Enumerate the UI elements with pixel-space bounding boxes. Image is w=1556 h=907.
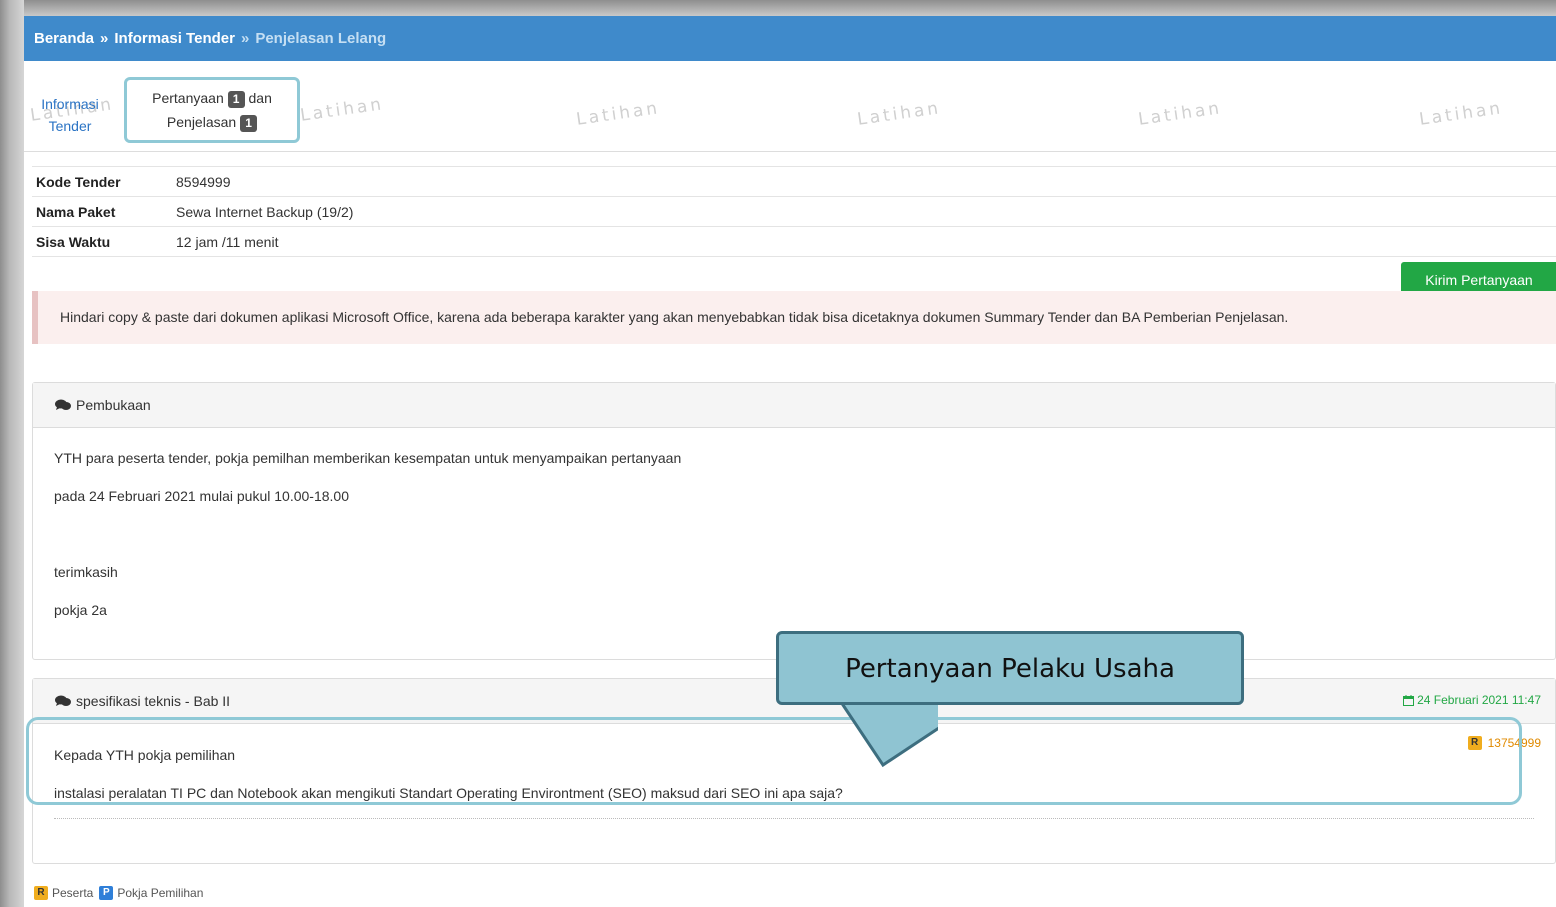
message-line: terimkasih bbox=[54, 564, 118, 580]
comment-icon bbox=[55, 399, 71, 410]
legend-label: Pokja Pemilihan bbox=[117, 886, 204, 900]
table-row: Sisa Waktu 12 jam /11 menit bbox=[32, 226, 1556, 257]
panel-title: Pembukaan bbox=[76, 397, 151, 413]
count-badge: 1 bbox=[227, 90, 245, 108]
breadcrumb-informasi-tender[interactable]: Informasi Tender bbox=[114, 30, 235, 47]
table-row: Kode Tender 8594999 bbox=[32, 166, 1556, 197]
row-value: 12 jam /11 menit bbox=[172, 226, 1556, 257]
message-line: YTH para peserta tender, pokja pemilhan … bbox=[54, 450, 682, 466]
tab-pertanyaan-penjelasan[interactable]: Pertanyaan 1 dan Penjelasan 1 bbox=[124, 77, 300, 143]
divider bbox=[54, 818, 1534, 819]
comment-icon bbox=[55, 695, 71, 706]
tab-informasi-tender[interactable]: Informasi Tender bbox=[34, 93, 106, 137]
message-line: pada 24 Februari 2021 mulai pukul 10.00-… bbox=[54, 488, 349, 504]
question-highlight-box bbox=[26, 717, 1522, 805]
callout-tail bbox=[839, 699, 938, 768]
pokja-badge: P bbox=[99, 886, 114, 900]
tab-bar: Informasi Tender Pertanyaan 1 dan Penjel… bbox=[24, 73, 1556, 152]
row-label: Sisa Waktu bbox=[32, 226, 172, 257]
legend: R Peserta P Pokja Pemilihan bbox=[34, 886, 203, 900]
tab-label: Informasi bbox=[41, 96, 99, 112]
row-label: Nama Paket bbox=[32, 196, 172, 227]
tab-label: dan bbox=[248, 90, 272, 106]
row-label: Kode Tender bbox=[32, 166, 172, 197]
message-line bbox=[54, 515, 1534, 553]
date-text: 24 Februari 2021 11:47 bbox=[1417, 693, 1541, 707]
peserta-badge: R bbox=[34, 886, 48, 900]
warning-alert: Hindari copy & paste dari dokumen aplika… bbox=[32, 291, 1556, 344]
pembukaan-panel: Pembukaan YTH para peserta tender, pokja… bbox=[32, 382, 1556, 660]
breadcrumb: Beranda » Informasi Tender » Penjelasan … bbox=[24, 16, 1556, 61]
breadcrumb-separator: » bbox=[240, 30, 250, 47]
screenshot-frame-left bbox=[0, 0, 24, 907]
table-row: Nama Paket Sewa Internet Backup (19/2) bbox=[32, 196, 1556, 227]
screenshot-frame-top bbox=[0, 0, 1556, 16]
tab-label: Penjelasan bbox=[166, 114, 237, 130]
tender-info-table: Kode Tender 8594999 Nama Paket Sewa Inte… bbox=[32, 166, 1556, 257]
breadcrumb-current: Penjelasan Lelang bbox=[255, 30, 387, 47]
calendar-icon bbox=[1403, 694, 1415, 706]
panel-header: Pembukaan bbox=[33, 383, 1555, 428]
panel-title: spesifikasi teknis - Bab II bbox=[76, 693, 231, 709]
breadcrumb-separator: » bbox=[100, 30, 109, 47]
legend-label: Peserta bbox=[52, 886, 94, 900]
count-badge: 1 bbox=[240, 114, 258, 132]
row-value: Sewa Internet Backup (19/2) bbox=[172, 196, 1556, 227]
callout-annotation: Pertanyaan Pelaku Usaha bbox=[776, 631, 1244, 705]
tab-label: Tender bbox=[48, 118, 92, 134]
panel-body: YTH para peserta tender, pokja pemilhan … bbox=[33, 428, 1555, 629]
breadcrumb-home[interactable]: Beranda bbox=[34, 30, 94, 47]
row-value: 8594999 bbox=[172, 166, 1556, 197]
message-line: pokja 2a bbox=[54, 602, 107, 618]
tab-label: Pertanyaan bbox=[152, 90, 224, 106]
question-date: 24 Februari 2021 11:47 bbox=[1403, 693, 1541, 707]
